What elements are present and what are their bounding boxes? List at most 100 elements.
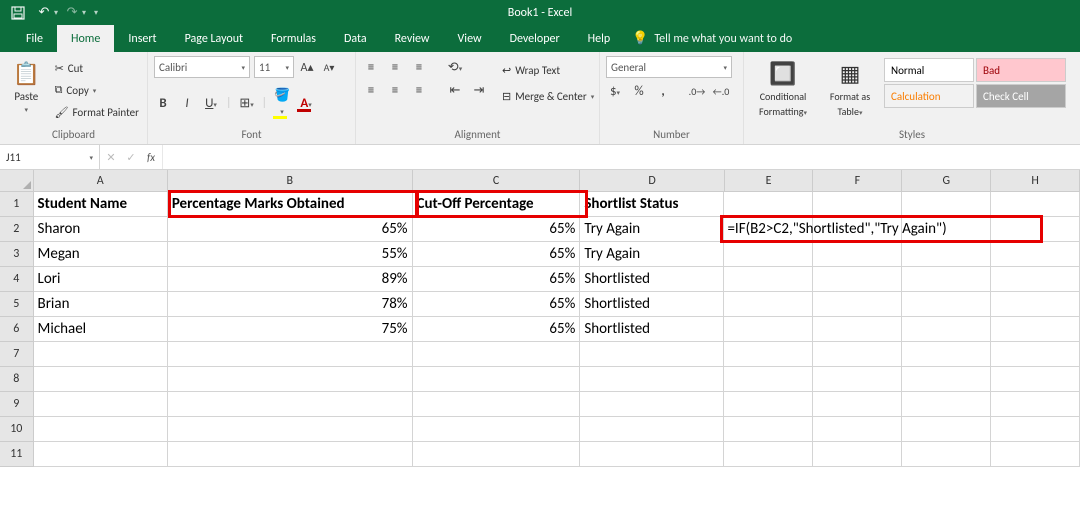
italic-button[interactable]: I	[178, 96, 196, 111]
select-all-corner[interactable]	[0, 170, 34, 192]
accounting-format-icon[interactable]: $▾	[606, 84, 624, 99]
cell-D1[interactable]: Shortlist Status	[580, 192, 724, 217]
wrap-text-button[interactable]: ↩Wrap Text	[500, 60, 596, 80]
row-header-2[interactable]: 2	[0, 217, 34, 242]
col-header-B[interactable]: B	[168, 170, 413, 192]
tab-home[interactable]: Home	[57, 25, 114, 52]
format-as-table-button[interactable]: ▦ Format as Table▾	[822, 56, 878, 118]
cell-B11[interactable]	[168, 442, 413, 467]
decrease-indent-icon[interactable]: ⇤	[446, 83, 464, 98]
cell-D11[interactable]	[580, 442, 724, 467]
cell-G11[interactable]	[902, 442, 991, 467]
align-center-icon[interactable]: ≡	[386, 83, 404, 98]
cell-C3[interactable]: 65%	[413, 242, 581, 267]
comma-format-icon[interactable]: ,	[654, 84, 672, 99]
cell-B5[interactable]: 78%	[168, 292, 413, 317]
copy-button[interactable]: ⧉Copy▾	[53, 80, 141, 100]
cancel-formula-icon[interactable]: ✕	[104, 151, 118, 164]
cell-C1[interactable]: Cut-Off Percentage	[413, 192, 581, 217]
cell-style-check-cell[interactable]: Check Cell	[976, 84, 1066, 108]
cell-A7[interactable]	[34, 342, 168, 367]
row-header-4[interactable]: 4	[0, 267, 34, 292]
cell-A1[interactable]: Student Name	[34, 192, 168, 217]
decrease-font-icon[interactable]: A▾	[320, 61, 338, 74]
cell-H5[interactable]	[991, 292, 1080, 317]
col-header-E[interactable]: E	[725, 170, 814, 192]
merge-center-button[interactable]: ⊟Merge & Center▾	[500, 86, 596, 106]
tab-formulas[interactable]: Formulas	[257, 25, 330, 52]
cell-B9[interactable]	[168, 392, 413, 417]
bold-button[interactable]: B	[154, 96, 172, 111]
align-left-icon[interactable]: ≡	[362, 83, 380, 98]
increase-indent-icon[interactable]: ⇥	[470, 83, 488, 98]
underline-button[interactable]: U▾	[202, 96, 220, 111]
row-header-7[interactable]: 7	[0, 342, 34, 367]
font-name-select[interactable]: Calibri▾	[154, 56, 250, 78]
cell-G2[interactable]	[902, 217, 991, 242]
cell-H4[interactable]	[991, 267, 1080, 292]
align-middle-icon[interactable]: ≡	[386, 60, 404, 75]
cell-B10[interactable]	[168, 417, 413, 442]
cell-A6[interactable]: Michael	[34, 317, 168, 342]
cell-B1[interactable]: Percentage Marks Obtained	[168, 192, 413, 217]
cell-D6[interactable]: Shortlisted	[580, 317, 724, 342]
cell-style-normal[interactable]: Normal	[884, 58, 974, 82]
cell-A10[interactable]	[34, 417, 168, 442]
format-painter-button[interactable]: 🖌Format Painter	[53, 102, 141, 122]
cell-E4[interactable]	[724, 267, 813, 292]
tab-file[interactable]: File	[12, 25, 57, 52]
redo-icon[interactable]: ↷	[60, 1, 84, 25]
row-header-5[interactable]: 5	[0, 292, 34, 317]
cell-H3[interactable]	[991, 242, 1080, 267]
number-format-select[interactable]: General▾	[606, 56, 732, 78]
cell-F9[interactable]	[813, 392, 902, 417]
cell-H6[interactable]	[991, 317, 1080, 342]
col-header-D[interactable]: D	[580, 170, 724, 192]
col-header-F[interactable]: F	[813, 170, 902, 192]
tab-page-layout[interactable]: Page Layout	[171, 25, 257, 52]
cell-F7[interactable]	[813, 342, 902, 367]
col-header-H[interactable]: H	[991, 170, 1080, 192]
cell-F1[interactable]	[813, 192, 902, 217]
cell-C10[interactable]	[413, 417, 581, 442]
tab-developer[interactable]: Developer	[496, 25, 574, 52]
cell-C6[interactable]: 65%	[413, 317, 581, 342]
cell-F3[interactable]	[813, 242, 902, 267]
col-header-C[interactable]: C	[413, 170, 581, 192]
cell-style-calculation[interactable]: Calculation	[884, 84, 974, 108]
cell-B2[interactable]: 65%	[168, 217, 413, 242]
cell-A4[interactable]: Lori	[34, 267, 168, 292]
cell-D10[interactable]	[580, 417, 724, 442]
border-button[interactable]: ⊞▾	[238, 96, 256, 111]
undo-icon[interactable]: ↶	[32, 1, 56, 25]
cell-G4[interactable]	[902, 267, 991, 292]
cell-D4[interactable]: Shortlisted	[580, 267, 724, 292]
cell-E8[interactable]	[724, 367, 813, 392]
cell-E2[interactable]: =IF(B2>C2,"Shortlisted","Try Again")	[724, 217, 813, 242]
conditional-formatting-button[interactable]: 🔲 Conditional Formatting▾	[750, 56, 816, 118]
cell-F11[interactable]	[813, 442, 902, 467]
cell-style-bad[interactable]: Bad	[976, 58, 1066, 82]
tell-me[interactable]: 💡 Tell me what you want to do	[632, 25, 792, 52]
paste-button[interactable]: 📋 Paste ▾	[6, 56, 47, 114]
cell-G6[interactable]	[902, 317, 991, 342]
cell-E3[interactable]	[724, 242, 813, 267]
cell-C9[interactable]	[413, 392, 581, 417]
tab-review[interactable]: Review	[381, 25, 444, 52]
save-icon[interactable]	[6, 1, 30, 25]
font-color-button[interactable]: A▾	[297, 96, 315, 111]
cell-E9[interactable]	[724, 392, 813, 417]
cell-C4[interactable]: 65%	[413, 267, 581, 292]
cell-G9[interactable]	[902, 392, 991, 417]
align-right-icon[interactable]: ≡	[410, 83, 428, 98]
cell-H11[interactable]	[991, 442, 1080, 467]
cell-H1[interactable]	[991, 192, 1080, 217]
cell-C11[interactable]	[413, 442, 581, 467]
tab-help[interactable]: Help	[574, 25, 625, 52]
cell-D7[interactable]	[580, 342, 724, 367]
cell-D3[interactable]: Try Again	[580, 242, 724, 267]
cell-E10[interactable]	[724, 417, 813, 442]
tab-insert[interactable]: Insert	[114, 25, 170, 52]
cell-D2[interactable]: Try Again	[580, 217, 724, 242]
cell-B6[interactable]: 75%	[168, 317, 413, 342]
